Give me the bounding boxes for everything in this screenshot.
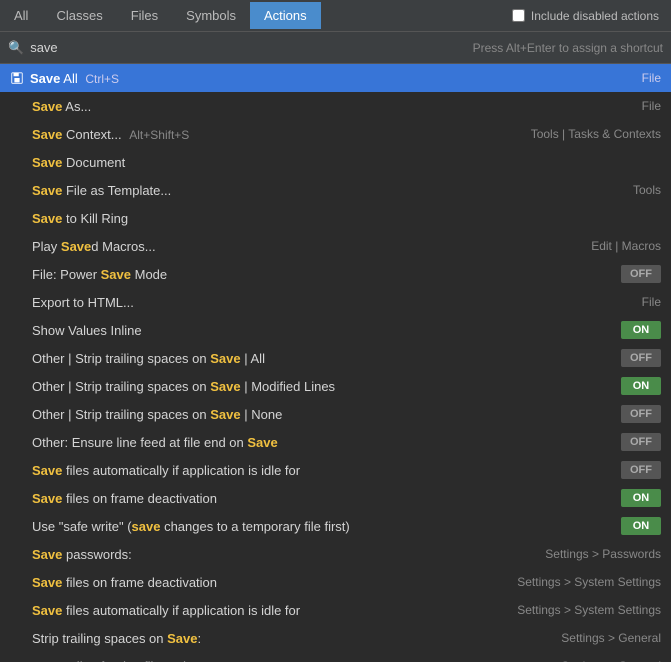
category-label: Settings > System Settings [517,603,661,617]
result-item[interactable]: Strip trailing spaces on Save:Settings >… [0,624,671,652]
result-item[interactable]: Use "safe write" (save changes to a temp… [0,512,671,540]
toggle-on[interactable]: ON [621,377,661,395]
include-disabled-checkbox[interactable] [512,9,525,22]
category-label: Tools [633,183,661,197]
item-label: Save Document [32,155,661,170]
toggle-on[interactable]: ON [621,517,661,535]
result-item[interactable]: Save File as Template...Tools [0,176,671,204]
category-label: File [642,71,661,85]
result-item[interactable]: Ensure line feed at file end on SaveSett… [0,652,671,662]
category-label: Settings > General [561,631,661,645]
toggle-off[interactable]: OFF [621,265,661,283]
item-label: Export to HTML... [32,295,642,310]
item-label: Play Saved Macros... [32,239,591,254]
result-item[interactable]: Save to Kill Ring [0,204,671,232]
result-item[interactable]: Save Context... Alt+Shift+STools | Tasks… [0,120,671,148]
category-label: File [642,99,661,113]
item-label: Save files automatically if application … [32,463,621,478]
result-item[interactable]: Save files automatically if application … [0,596,671,624]
result-item[interactable]: Play Saved Macros...Edit | Macros [0,232,671,260]
floppy-icon [10,71,24,85]
toggle-off[interactable]: OFF [621,405,661,423]
category-label: Settings > Passwords [545,547,661,561]
result-item[interactable]: Save files on frame deactivationON [0,484,671,512]
result-item[interactable]: Other | Strip trailing spaces on Save | … [0,344,671,372]
item-label: Other: Ensure line feed at file end on S… [32,435,621,450]
result-item[interactable]: File: Power Save ModeOFF [0,260,671,288]
include-disabled-label: Include disabled actions [531,9,659,23]
result-item[interactable]: Other | Strip trailing spaces on Save | … [0,372,671,400]
result-item[interactable]: Export to HTML...File [0,288,671,316]
result-item[interactable]: Save files automatically if application … [0,456,671,484]
category-label: Edit | Macros [591,239,661,253]
toggle-on[interactable]: ON [621,489,661,507]
item-label: Save File as Template... [32,183,633,198]
toggle-off[interactable]: OFF [621,461,661,479]
tab-all[interactable]: All [0,2,42,29]
result-item[interactable]: Show Values InlineON [0,316,671,344]
item-label: Save All Ctrl+S [30,71,642,86]
shortcut-text: Ctrl+S [85,72,119,86]
toggle-on[interactable]: ON [621,321,661,339]
item-label: Save As... [32,99,642,114]
shortcut-hint: Press Alt+Enter to assign a shortcut [473,41,663,55]
toggle-off[interactable]: OFF [621,349,661,367]
item-label: Show Values Inline [32,323,621,338]
result-item[interactable]: Other: Ensure line feed at file end on S… [0,428,671,456]
item-label: Save passwords: [32,547,545,562]
search-input[interactable] [30,40,472,55]
category-label: Settings > System Settings [517,575,661,589]
item-label: Save files automatically if application … [32,603,517,618]
item-label: Save files on frame deactivation [32,575,517,590]
result-item[interactable]: Save passwords:Settings > Passwords [0,540,671,568]
tab-actions[interactable]: Actions [250,2,321,29]
search-icon: 🔍 [8,40,24,56]
results-list: Save All Ctrl+SFileSave As...FileSave Co… [0,64,671,662]
result-item[interactable]: Other | Strip trailing spaces on Save | … [0,400,671,428]
item-label: Other | Strip trailing spaces on Save | … [32,407,621,422]
item-label: Other | Strip trailing spaces on Save | … [32,351,621,366]
item-label: Strip trailing spaces on Save: [32,631,561,646]
item-label: File: Power Save Mode [32,267,621,282]
item-label: Ensure line feed at file end on Save [32,659,561,662]
toggle-off[interactable]: OFF [621,433,661,451]
item-label: Save Context... Alt+Shift+S [32,127,531,142]
item-label: Save to Kill Ring [32,211,661,226]
item-label: Other | Strip trailing spaces on Save | … [32,379,621,394]
tab-files[interactable]: Files [117,2,172,29]
result-item[interactable]: Save Document [0,148,671,176]
include-disabled-area: Include disabled actions [512,9,671,23]
tab-symbols[interactable]: Symbols [172,2,250,29]
tab-classes[interactable]: Classes [42,2,116,29]
result-item[interactable]: Save files on frame deactivationSettings… [0,568,671,596]
shortcut-text: Alt+Shift+S [129,128,189,142]
item-label: Use "safe write" (save changes to a temp… [32,519,621,534]
category-label: File [642,295,661,309]
item-label: Save files on frame deactivation [32,491,621,506]
top-tabs: All Classes Files Symbols Actions Includ… [0,0,671,32]
result-item[interactable]: Save As...File [0,92,671,120]
category-label: Tools | Tasks & Contexts [531,127,661,141]
search-row: 🔍 Press Alt+Enter to assign a shortcut [0,32,671,64]
result-item[interactable]: Save All Ctrl+SFile [0,64,671,92]
